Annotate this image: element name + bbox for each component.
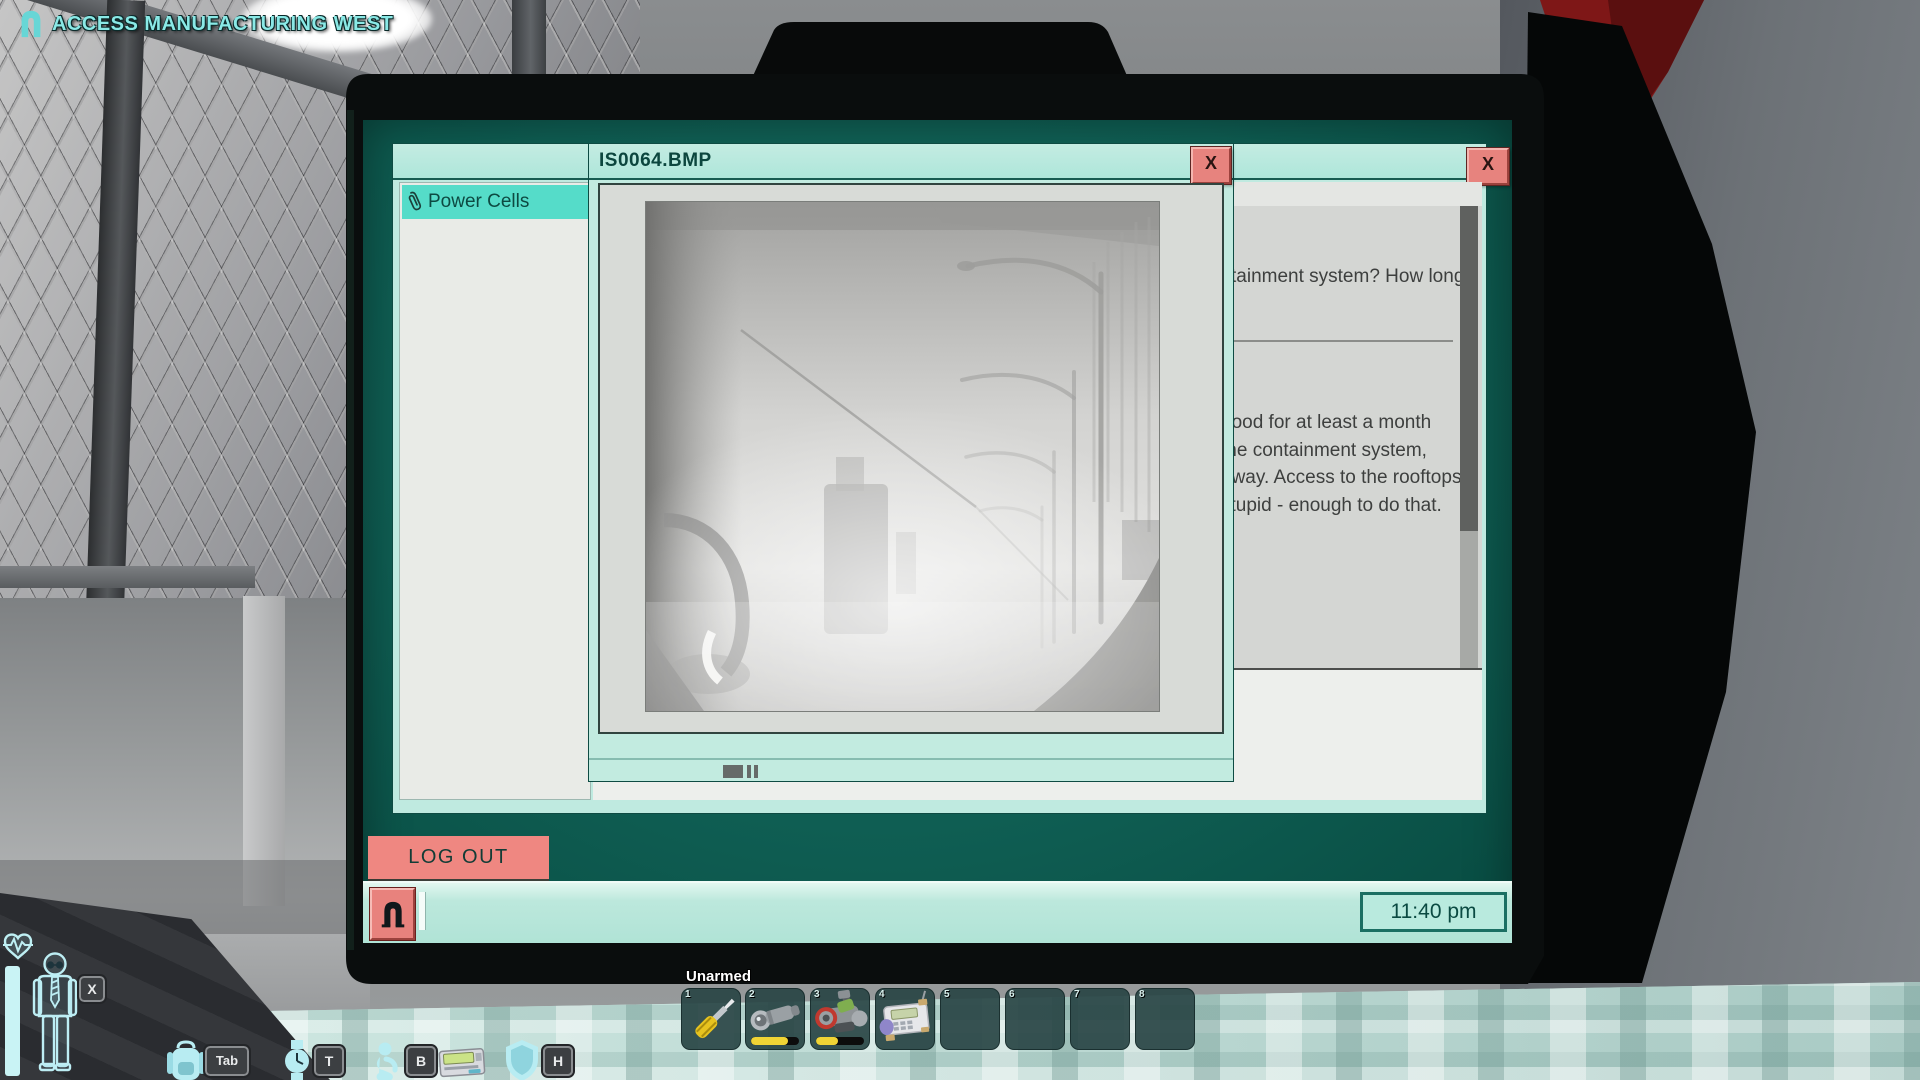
email-text-fragment: tainment system? How long bbox=[1231, 266, 1464, 288]
taskbar: 11:40 pm bbox=[363, 881, 1512, 943]
paperclip-icon bbox=[407, 190, 423, 214]
shield-icon bbox=[504, 1038, 540, 1080]
battery-bar bbox=[816, 1037, 864, 1045]
image-hscroll-handle[interactable] bbox=[723, 765, 743, 778]
slot-number: 6 bbox=[1009, 989, 1015, 1000]
background-wall bbox=[1500, 0, 1920, 1080]
email-scrollbar[interactable] bbox=[1460, 206, 1478, 668]
image-window-close-button[interactable]: X bbox=[1191, 147, 1231, 184]
computer-screen: X Power Cells tainment system? How long bbox=[363, 120, 1512, 941]
objective-label: ACCESS MANUFACTURING WEST bbox=[52, 13, 393, 36]
image-viewer-panel bbox=[598, 183, 1224, 734]
hscroll-tick bbox=[754, 765, 758, 778]
screwdriver-icon bbox=[682, 989, 742, 1051]
taskbar-clock: 11:40 pm bbox=[1360, 892, 1507, 932]
hotbar-slot-6[interactable]: 6 bbox=[1005, 988, 1065, 1050]
pager-icon bbox=[438, 1046, 488, 1080]
email-window-close-button[interactable]: X bbox=[1467, 148, 1509, 185]
game-screenshot: X Power Cells tainment system? How long bbox=[0, 0, 1920, 1080]
inventory-keycap: Tab bbox=[205, 1046, 249, 1076]
time-keycap: T bbox=[314, 1046, 344, 1076]
email-text-line: stupid - enough to do that. bbox=[1221, 492, 1461, 520]
hotbar-slot-4[interactable]: 4 bbox=[875, 988, 935, 1050]
magnet-icon bbox=[16, 8, 46, 40]
hotbar-slot-5[interactable]: 5 bbox=[940, 988, 1000, 1050]
power-tool-icon bbox=[811, 989, 871, 1043]
crouch-icon bbox=[372, 1042, 404, 1080]
objective-banner: ACCESS MANUFACTURING WEST bbox=[16, 8, 393, 40]
watch-icon bbox=[282, 1040, 312, 1080]
email-scrollbar-thumb[interactable] bbox=[1460, 206, 1478, 531]
log-out-button[interactable]: LOG OUT bbox=[368, 836, 549, 879]
slot-number: 7 bbox=[1074, 989, 1080, 1000]
crouch-keycap: B bbox=[406, 1046, 436, 1076]
interact-keycap: X bbox=[79, 976, 105, 1002]
hotbar-slot-2[interactable]: 2 bbox=[745, 988, 805, 1050]
health-bar bbox=[5, 966, 20, 1076]
slot-number: 5 bbox=[944, 989, 950, 1000]
taskbar-divider bbox=[419, 892, 426, 930]
email-text-block: good for at least a month the containmen… bbox=[1221, 409, 1461, 519]
window-groove bbox=[589, 758, 1233, 760]
equipped-state-label: Unarmed bbox=[686, 968, 751, 985]
backpack-icon bbox=[166, 1040, 206, 1080]
bmp-photo bbox=[646, 202, 1159, 711]
hotbar-slot-7[interactable]: 7 bbox=[1070, 988, 1130, 1050]
os-start-button[interactable] bbox=[370, 888, 415, 940]
shield-keycap: H bbox=[543, 1046, 573, 1076]
keypad-transmitter-icon bbox=[876, 989, 936, 1051]
image-viewer-window: IS0064.BMP X bbox=[588, 143, 1234, 782]
image-window-titlebar[interactable]: IS0064.BMP bbox=[589, 144, 1233, 180]
slot-number: 8 bbox=[1139, 989, 1145, 1000]
hotbar-slot-1[interactable]: 1 bbox=[681, 988, 741, 1050]
magnet-icon bbox=[380, 898, 406, 930]
email-sidebar: Power Cells bbox=[399, 182, 591, 800]
image-window-title: IS0064.BMP bbox=[599, 150, 712, 172]
email-text-line: the containment system, bbox=[1221, 437, 1461, 465]
player-character-icon bbox=[24, 950, 86, 1080]
hscroll-tick bbox=[747, 765, 751, 778]
sidebar-item-label: Power Cells bbox=[428, 191, 529, 213]
fence-post bbox=[85, 0, 145, 645]
battery-bar bbox=[751, 1037, 799, 1045]
hotbar-slot-8[interactable]: 8 bbox=[1135, 988, 1195, 1050]
sidebar-item-power-cells[interactable]: Power Cells bbox=[402, 185, 588, 219]
email-text-line: eway. Access to the rooftops bbox=[1221, 464, 1461, 492]
hotbar-slot-3[interactable]: 3 bbox=[810, 988, 870, 1050]
flashlight-icon bbox=[746, 989, 806, 1043]
email-text-line: good for at least a month bbox=[1221, 409, 1461, 437]
fence-rail bbox=[0, 566, 255, 588]
